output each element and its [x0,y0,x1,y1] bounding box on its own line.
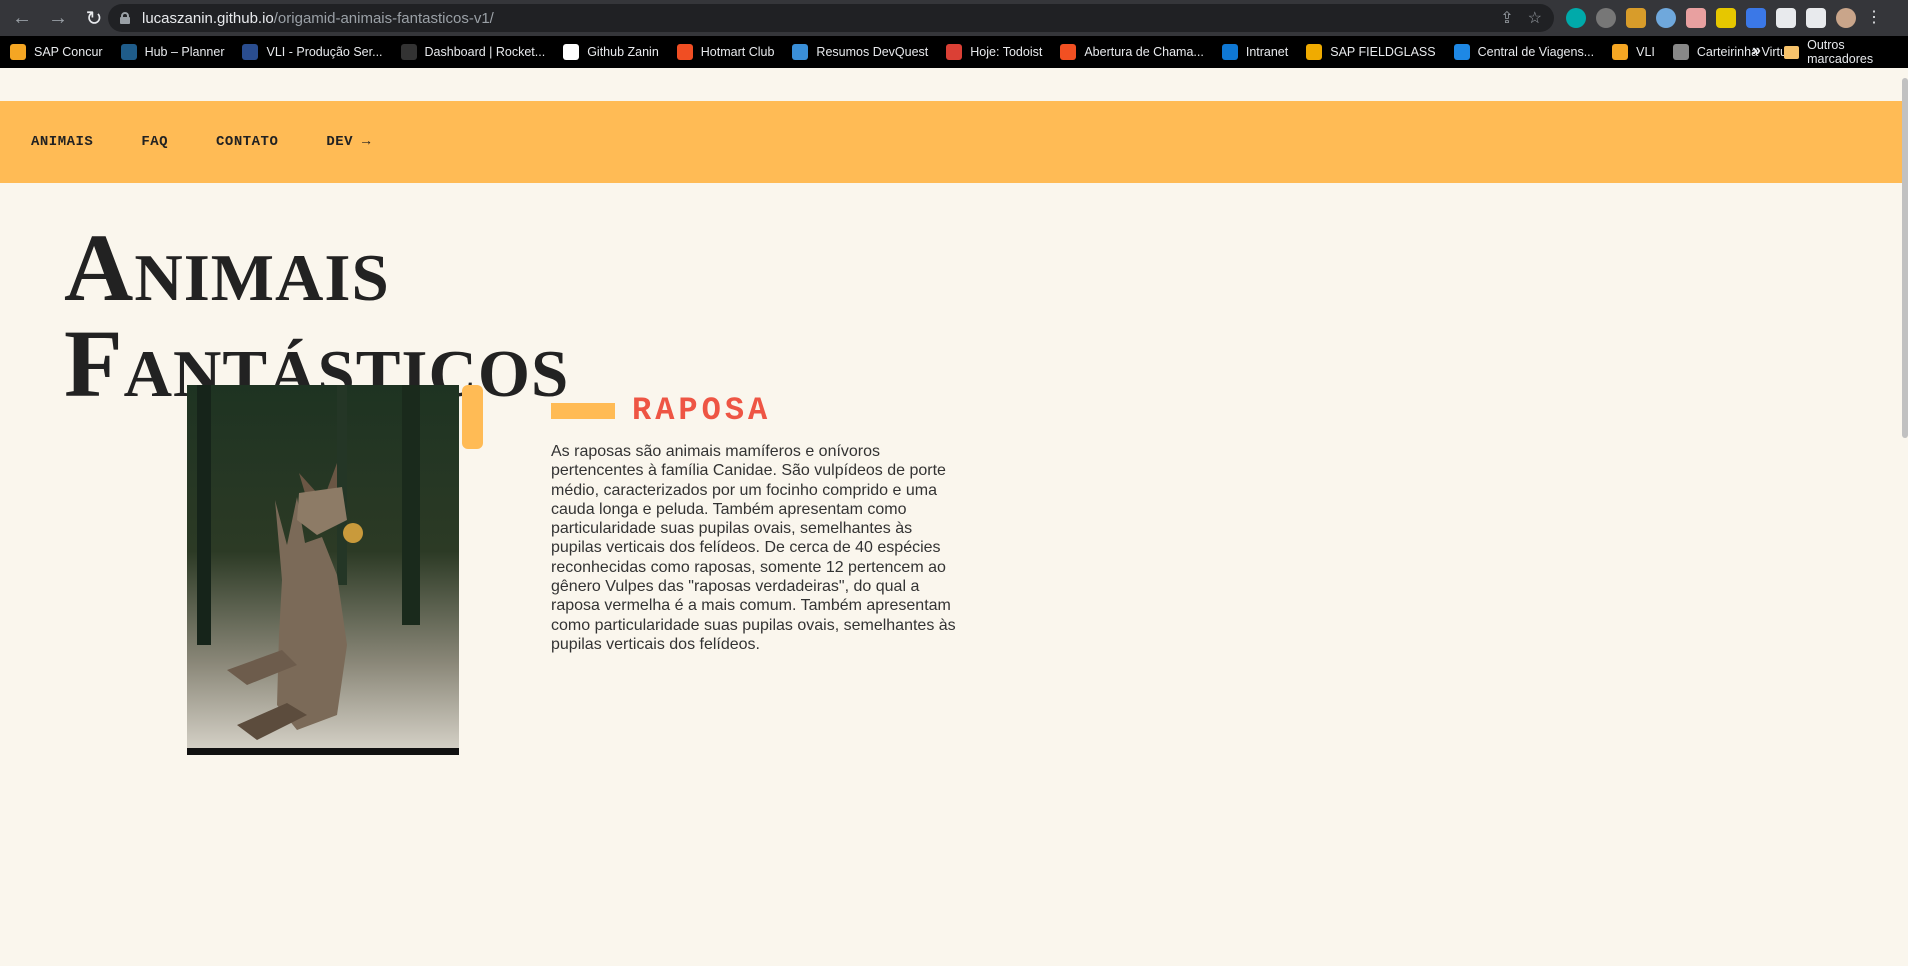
animal-list-scrollbar[interactable] [462,385,483,449]
folder-icon [1784,45,1800,59]
bookmark-favicon-icon [676,44,693,60]
animal-heading: RAPOSA [551,392,771,429]
bookmark-item[interactable]: Dashboard | Rocket... [400,44,545,60]
bookmark-item[interactable]: VLI - Produção Ser... [242,44,383,60]
link-icon[interactable] [1746,8,1766,28]
bookmark-favicon-icon [1221,44,1238,60]
share-icon[interactable]: ⇪ [1500,8,1513,28]
extension-icon[interactable] [1566,8,1586,28]
scrollbar-thumb[interactable] [1902,78,1908,438]
animal-name: RAPOSA [632,392,772,429]
extension-icon[interactable] [1656,8,1676,28]
extension-icon[interactable] [1716,8,1736,28]
menu-item-contato[interactable]: CONTATO [216,134,278,150]
menu-kebab-icon[interactable]: ⋮ [1866,8,1886,28]
bookmark-item[interactable]: VLI [1612,44,1655,60]
bookmark-favicon-icon [1453,44,1470,60]
bookmark-item[interactable]: Resumos DevQuest [792,44,928,60]
extension-icon[interactable] [1596,8,1616,28]
forward-icon[interactable]: → [44,4,72,32]
fox-image [187,385,459,755]
bookmark-favicon-icon [946,44,963,60]
bookmark-item[interactable]: Hub – Planner [120,44,224,60]
bookmark-favicon-icon [1612,44,1629,60]
extension-icon[interactable] [1686,8,1706,28]
bookmark-favicon-icon [1306,44,1323,60]
bookmark-favicon-icon [10,44,26,60]
bookmark-favicon-icon [242,44,259,60]
sidepanel-icon[interactable] [1806,8,1826,28]
star-icon[interactable]: ☆ [1528,8,1542,28]
browser-toolbar: ← → ↻ lucaszanin.github.io/origamid-anim… [0,0,1908,36]
other-bookmarks[interactable]: Outros marcadores [1784,36,1908,68]
bookmarks-bar: SAP Concur Hub – Planner VLI - Produção Se… [0,36,1908,68]
bookmark-item[interactable]: SAP Concur [10,44,103,60]
url-text: lucaszanin.github.io/origamid-animais-fa… [142,9,494,27]
bookmark-item[interactable]: Carteirinha Virtual [1672,44,1797,60]
menu-item-dev[interactable]: DEV → [326,134,371,150]
bookmark-favicon-icon [1060,44,1077,60]
reload-icon[interactable]: ↻ [80,4,108,32]
bookmark-item[interactable]: Abertura de Chama... [1060,44,1204,60]
lock-icon [120,12,130,24]
bookmark-item[interactable]: Hoje: Todoist [946,44,1042,60]
puzzle-icon[interactable] [1776,8,1796,28]
page-title: Animais Fantásticos [64,214,570,417]
bookmark-item[interactable]: Intranet [1221,44,1288,60]
title-accent-bar [551,402,615,419]
bookmark-favicon-icon [792,44,809,60]
extensions-bar: ⋮ [1566,8,1886,28]
extension-icon[interactable] [1626,8,1646,28]
bookmark-item[interactable]: Central de Viagens... [1453,44,1594,60]
avatar[interactable] [1836,8,1856,28]
menu-item-faq[interactable]: FAQ [141,134,168,150]
page-scrollbar[interactable] [1902,68,1908,966]
bookmark-favicon-icon [563,44,580,60]
bookmark-favicon-icon [120,44,137,60]
bookmark-favicon-icon [1672,44,1689,60]
animal-description: As raposas são animais mamíferos e onívo… [551,443,956,653]
bookmark-item[interactable]: Github Zanin [563,44,659,60]
address-bar[interactable]: lucaszanin.github.io/origamid-animais-fa… [108,4,1554,32]
photo-border [187,748,459,755]
bookmark-favicon-icon [400,44,417,60]
bookmark-item[interactable]: SAP FIELDGLASS [1306,44,1436,60]
menu-item-animais[interactable]: ANIMAIS [31,134,93,150]
main-menu: ANIMAIS FAQ CONTATO DEV → [0,101,1902,183]
bookmark-item[interactable]: Hotmart Club [676,44,774,60]
back-icon[interactable]: ← [8,4,36,32]
bookmarks-overflow-icon[interactable]: » [1752,42,1761,60]
fox-photo[interactable] [187,385,459,755]
